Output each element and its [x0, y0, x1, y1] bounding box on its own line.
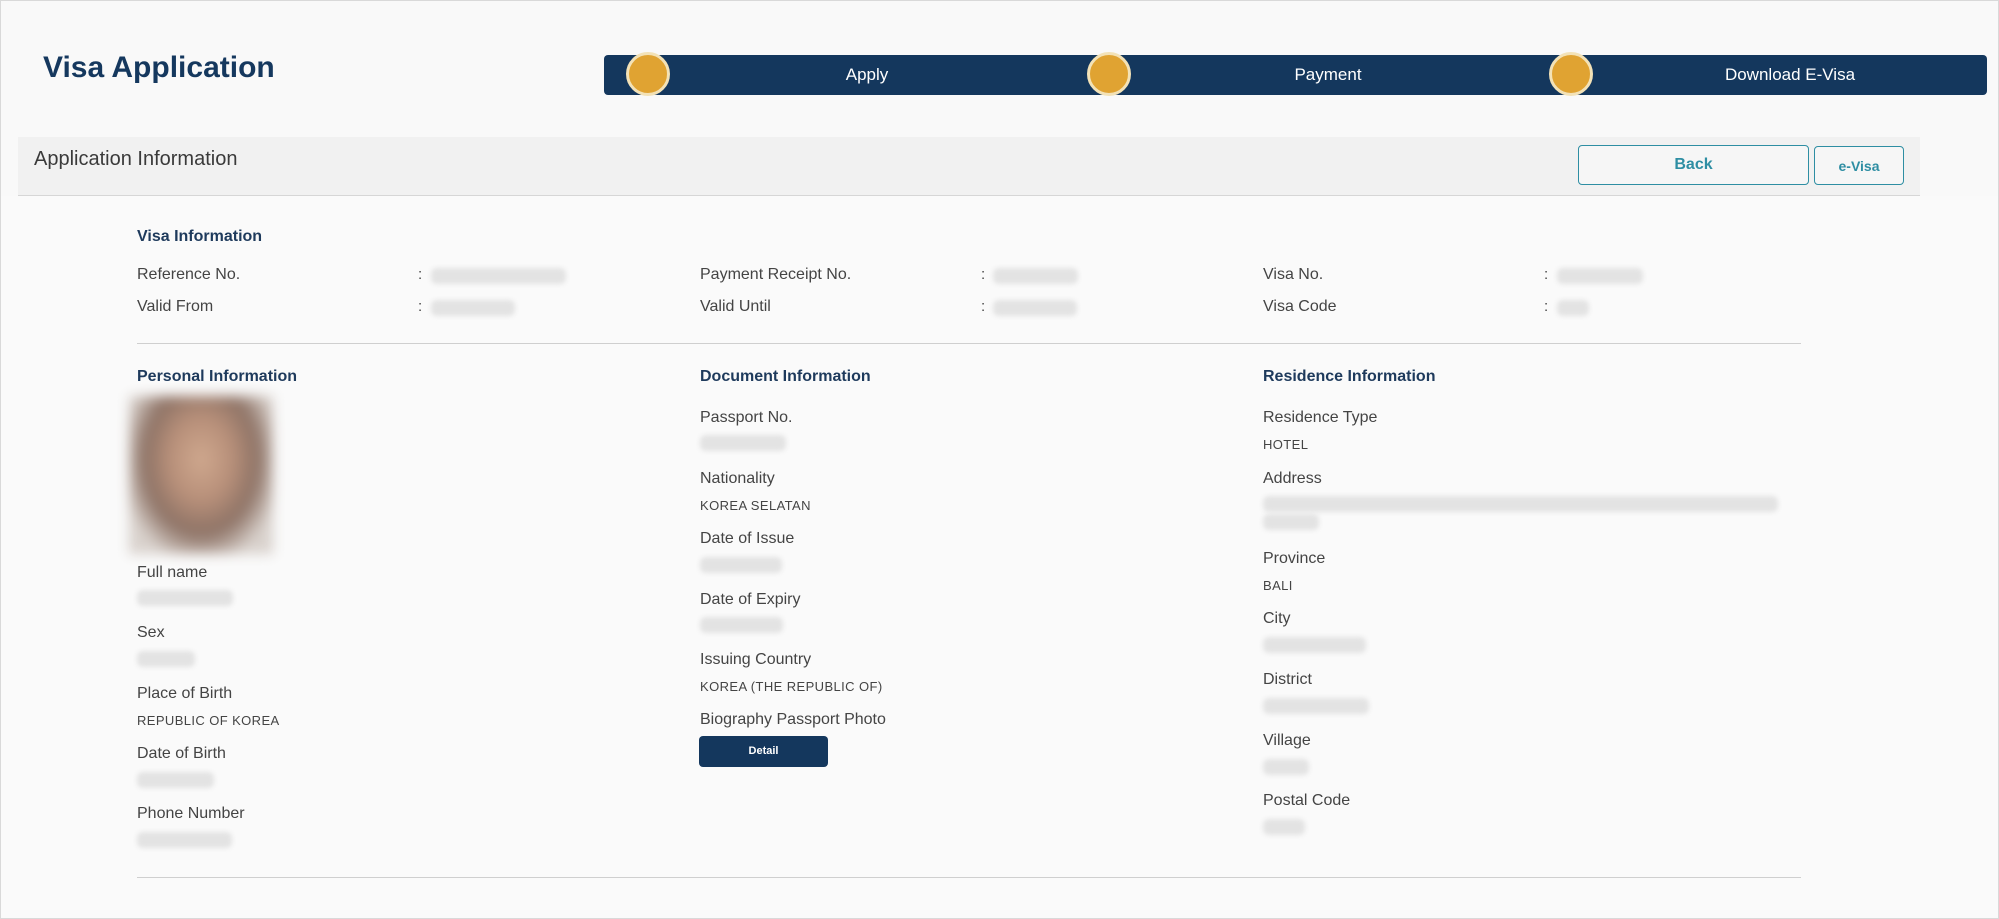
visa-no-value-redacted: [1557, 268, 1643, 284]
payment-receipt-colon: :: [981, 266, 986, 283]
address-line2-redacted: [1263, 514, 1319, 530]
nationality-label: Nationality: [700, 470, 775, 487]
step-payment-indicator: [1087, 52, 1131, 96]
village-value-redacted: [1263, 759, 1309, 775]
valid-from-value-redacted: [431, 300, 515, 316]
step-apply-indicator: [626, 52, 670, 96]
valid-until-value-redacted: [993, 300, 1077, 316]
e-visa-button[interactable]: e-Visa: [1814, 146, 1904, 185]
date-of-issue-label: Date of Issue: [700, 530, 795, 547]
visa-info-heading: Visa Information: [137, 228, 263, 245]
biography-passport-photo-label: Biography Passport Photo: [700, 711, 886, 728]
reference-no-colon: :: [418, 266, 423, 283]
issuing-country-value: KOREA (THE REPUBLIC OF): [700, 679, 883, 694]
postal-code-label: Postal Code: [1263, 792, 1351, 809]
valid-until-label: Valid Until: [700, 298, 771, 315]
district-label: District: [1263, 671, 1312, 688]
visa-code-colon: :: [1544, 298, 1549, 315]
progress-stepper: Apply Payment Download E-Visa: [604, 52, 1987, 96]
visa-no-colon: :: [1544, 266, 1549, 283]
village-label: Village: [1263, 732, 1311, 749]
personal-info-heading: Personal Information: [137, 368, 298, 385]
sex-value-redacted: [137, 651, 195, 667]
nationality-value: KOREA SELATAN: [700, 498, 811, 513]
full-name-value-redacted: [137, 590, 233, 606]
residence-type-value: HOTEL: [1263, 437, 1309, 452]
app-frame: Visa Application Apply Payment Download …: [0, 0, 1999, 919]
postal-code-value-redacted: [1263, 819, 1305, 835]
visa-no-label: Visa No.: [1263, 266, 1324, 283]
application-info-header: Application Information Back e-Visa: [18, 137, 1920, 196]
valid-from-colon: :: [418, 298, 423, 315]
residence-type-label: Residence Type: [1263, 409, 1378, 426]
step-apply-label: Apply: [845, 65, 889, 84]
district-value-redacted: [1263, 698, 1369, 714]
city-value-redacted: [1263, 637, 1366, 653]
city-label: City: [1263, 610, 1291, 627]
back-button[interactable]: Back: [1578, 145, 1809, 185]
date-of-expiry-label: Date of Expiry: [700, 591, 801, 608]
passport-no-value-redacted: [700, 435, 786, 451]
passport-no-label: Passport No.: [700, 409, 793, 426]
payment-receipt-value-redacted: [993, 268, 1078, 284]
valid-until-colon: :: [981, 298, 986, 315]
section-divider: [137, 343, 1801, 344]
payment-receipt-label: Payment Receipt No.: [700, 266, 852, 283]
date-of-issue-value-redacted: [700, 557, 782, 573]
page-title: Visa Application: [43, 51, 275, 84]
issuing-country-label: Issuing Country: [700, 651, 812, 668]
full-name-label: Full name: [137, 564, 208, 581]
reference-no-value-redacted: [431, 268, 566, 284]
step-payment-label: Payment: [1294, 65, 1362, 84]
document-info-heading: Document Information: [700, 368, 871, 385]
place-of-birth-label: Place of Birth: [137, 685, 233, 702]
phone-number-label: Phone Number: [137, 805, 245, 822]
passport-photo-detail-button[interactable]: Detail: [699, 736, 828, 767]
province-label: Province: [1263, 550, 1326, 567]
bottom-divider: [137, 877, 1801, 878]
application-details: Visa Information Reference No. : Payment…: [1, 196, 1998, 918]
address-line1-redacted: [1263, 496, 1778, 512]
sex-label: Sex: [137, 624, 165, 641]
date-of-birth-value-redacted: [137, 772, 214, 788]
step-download-label: Download E-Visa: [1724, 65, 1856, 84]
profile-photo: [129, 396, 273, 554]
reference-no-label: Reference No.: [137, 266, 241, 283]
phone-number-value-redacted: [137, 832, 232, 848]
date-of-expiry-value-redacted: [700, 617, 783, 633]
residence-info-heading: Residence Information: [1263, 368, 1436, 385]
place-of-birth-value: REPUBLIC OF KOREA: [137, 713, 280, 728]
valid-from-label: Valid From: [137, 298, 214, 315]
panel-title: Application Information: [34, 148, 238, 170]
address-label: Address: [1263, 470, 1322, 487]
step-download-indicator: [1549, 52, 1593, 96]
date-of-birth-label: Date of Birth: [137, 745, 226, 762]
visa-code-label: Visa Code: [1263, 298, 1337, 315]
visa-code-value-redacted: [1557, 300, 1589, 316]
province-value: BALI: [1263, 578, 1293, 593]
